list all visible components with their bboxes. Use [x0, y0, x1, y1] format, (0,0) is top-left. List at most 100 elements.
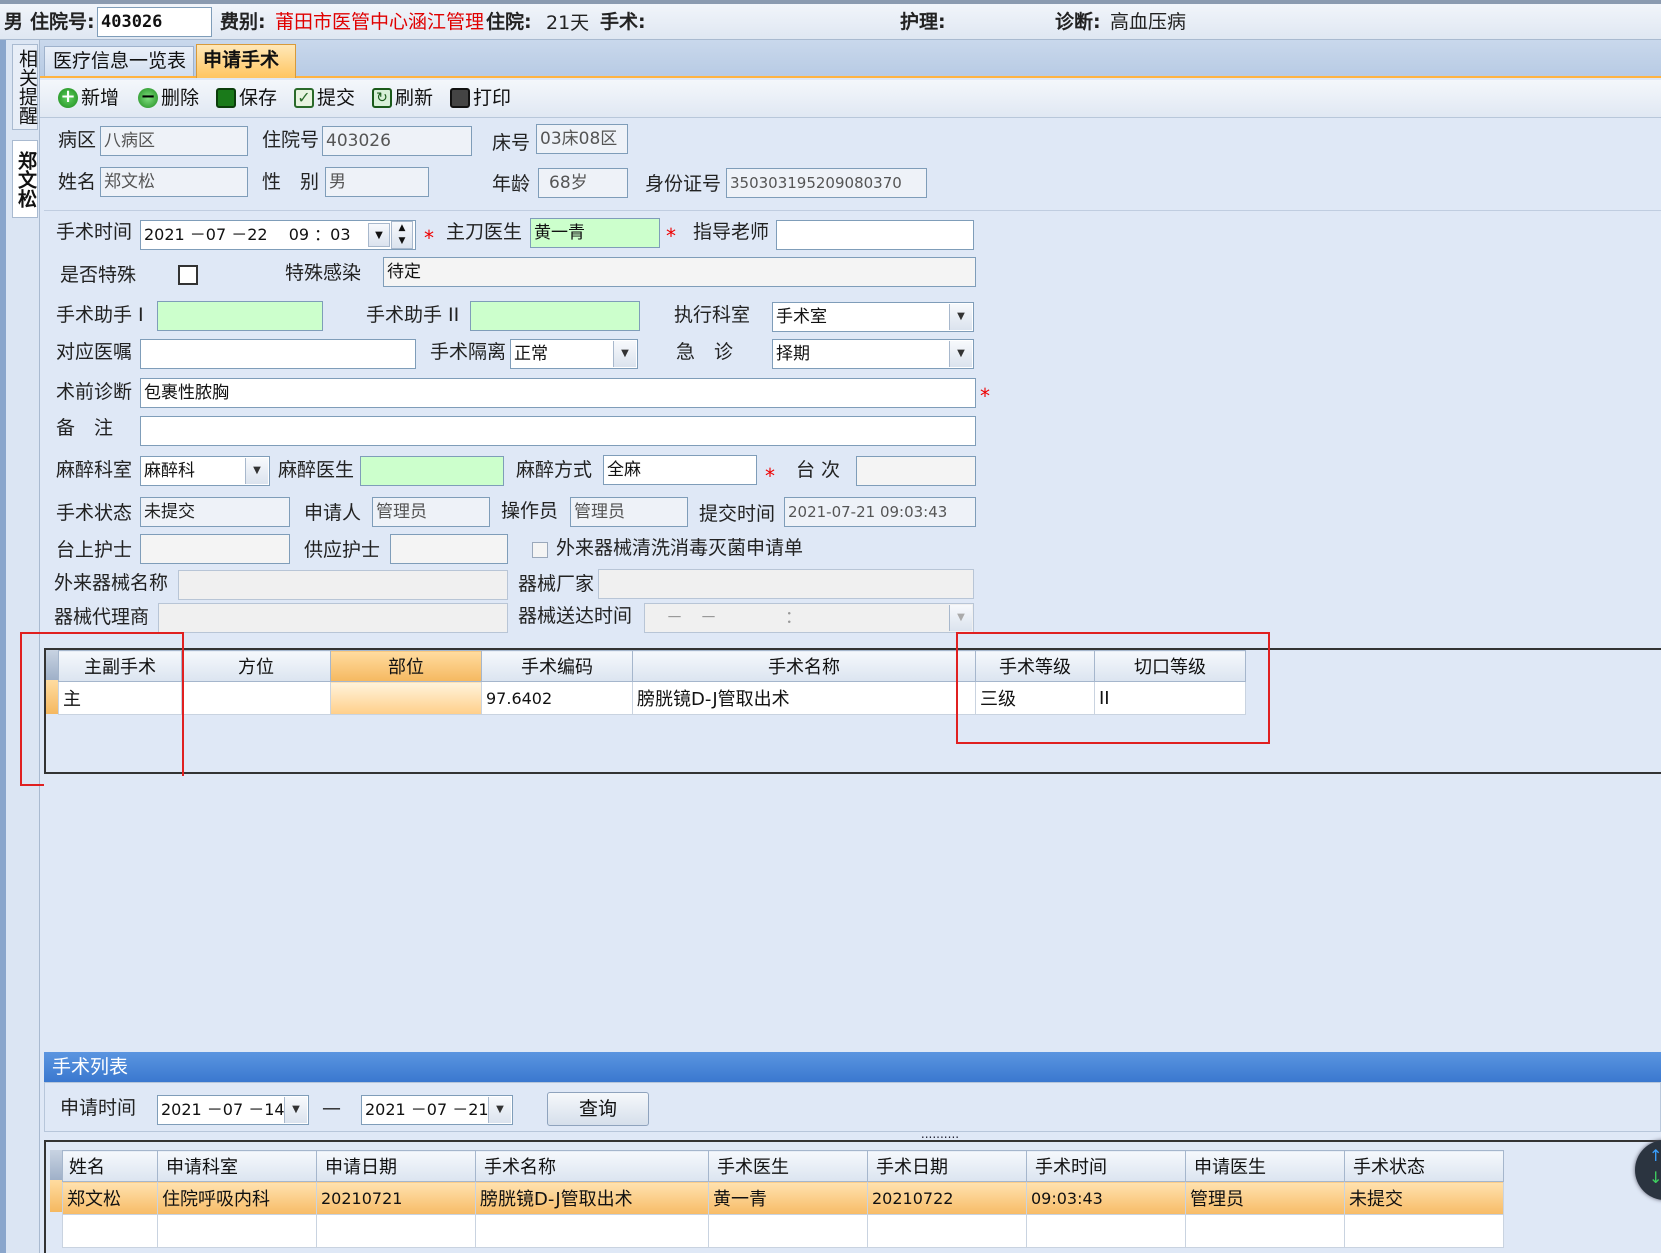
exec-dept-select[interactable]: 手术室 ▼	[772, 302, 974, 332]
query-button[interactable]: 查询	[547, 1092, 649, 1126]
pre-diag-field[interactable]: 包裹性脓胸	[140, 378, 976, 408]
ext-time-value: － － ：	[666, 608, 811, 628]
list-col-dept[interactable]: 申请科室	[157, 1150, 317, 1182]
ext-time-picker[interactable]: － － ： ▼	[644, 603, 974, 633]
list-empty-cell[interactable]	[1344, 1214, 1504, 1248]
header-gender: 男	[4, 11, 24, 33]
assistant1-label: 手术助手 I	[56, 304, 144, 326]
splitter-handle[interactable]: ..........	[900, 1128, 980, 1140]
tab-medical-overview[interactable]: 医疗信息一览表	[44, 46, 194, 76]
assistant2-field[interactable]	[470, 301, 640, 331]
col-position[interactable]: 方位	[181, 650, 331, 682]
admission-field: 403026	[322, 126, 472, 156]
list-cell-surgery-date[interactable]: 20210722	[867, 1181, 1027, 1215]
special-checkbox[interactable]	[178, 265, 198, 285]
save-button[interactable]: 保存	[216, 84, 277, 112]
table-no-label: 台 次	[796, 459, 841, 481]
infection-field[interactable]: 待定	[383, 257, 976, 287]
list-cell-surgeon[interactable]: 黄一青	[708, 1181, 868, 1215]
id-label: 身份证号	[645, 173, 722, 195]
scrub-nurse-field[interactable]	[140, 534, 290, 564]
ext-name-field[interactable]	[178, 570, 508, 600]
side-tab-reminder[interactable]: 相关提醒	[12, 44, 38, 130]
table-no-field[interactable]	[856, 456, 976, 486]
save-icon	[216, 88, 236, 108]
header-diagnosis: 高血压病	[1110, 11, 1187, 33]
list-col-surgery-time[interactable]: 手术时间	[1026, 1150, 1186, 1182]
list-col-apply-date[interactable]: 申请日期	[316, 1150, 476, 1182]
submit-button[interactable]: ✓ 提交	[294, 84, 355, 112]
submit-time-field: 2021-07-21 09:03:43	[784, 497, 976, 527]
list-empty-cell[interactable]	[1185, 1214, 1345, 1248]
list-empty-cell[interactable]	[1026, 1214, 1186, 1248]
list-empty-cell[interactable]	[867, 1214, 1027, 1248]
table-row[interactable]	[62, 1214, 1504, 1248]
list-empty-cell[interactable]	[316, 1214, 476, 1248]
surgery-time-dropdown[interactable]: ▼	[368, 223, 390, 247]
col-site[interactable]: 部位	[330, 650, 482, 682]
supply-nurse-field[interactable]	[390, 534, 508, 564]
add-label: 新增	[81, 87, 120, 109]
operator-field: 管理员	[570, 497, 688, 527]
tab-apply-surgery[interactable]: 申请手术	[196, 44, 296, 78]
ext-maker-field[interactable]	[598, 569, 974, 599]
remark-field[interactable]	[140, 416, 976, 446]
anes-dept-dropdown-icon: ▼	[245, 458, 268, 484]
table-row[interactable]: 郑文松 住院呼吸内科 20210721 膀胱镜D-J管取出术 黄一青 20210…	[62, 1181, 1504, 1215]
col-code[interactable]: 手术编码	[481, 650, 633, 682]
list-col-name[interactable]: 姓名	[62, 1150, 158, 1182]
surgery-time-spinner[interactable]: ▲ ▼	[391, 221, 413, 249]
list-cell-apply-date[interactable]: 20210721	[316, 1181, 476, 1215]
list-empty-cell[interactable]	[157, 1214, 317, 1248]
cell-site[interactable]	[330, 681, 482, 715]
surgeon-field[interactable]: 黄一青	[530, 218, 660, 248]
anes-doctor-field[interactable]	[360, 456, 504, 486]
isolation-label: 手术隔离	[430, 341, 507, 363]
emergency-select[interactable]: 择期 ▼	[772, 339, 974, 369]
refresh-icon: ↻	[372, 88, 392, 108]
date-from-picker[interactable]: 2021 －07 －14 ▼	[157, 1095, 309, 1125]
list-empty-cell[interactable]	[708, 1214, 868, 1248]
header-nursing-label: 护理:	[900, 11, 946, 33]
list-cell-name[interactable]: 郑文松	[62, 1181, 158, 1215]
surgery-list-grid: 姓名 申请科室 申请日期 手术名称 手术医生 手术日期 手术时间 申请医生 手术…	[62, 1150, 1504, 1248]
anes-method-field[interactable]: 全麻	[603, 455, 757, 485]
list-cell-status[interactable]: 未提交	[1344, 1181, 1504, 1215]
external-instrument-checkbox[interactable]	[532, 542, 548, 558]
cell-position[interactable]	[181, 681, 331, 715]
supply-nurse-label: 供应护士	[304, 539, 381, 561]
list-empty-cell[interactable]	[475, 1214, 709, 1248]
assistant1-field[interactable]	[157, 301, 323, 331]
list-col-apply-doctor[interactable]: 申请医生	[1185, 1150, 1345, 1182]
list-col-surgeon[interactable]: 手术医生	[708, 1150, 868, 1182]
surgery-time-label: 手术时间	[56, 221, 133, 243]
side-tab-patient[interactable]: 郑文松	[12, 140, 38, 218]
cell-name[interactable]: 膀胱镜D-J管取出术	[632, 681, 976, 715]
ext-agent-field[interactable]	[158, 603, 508, 633]
add-button[interactable]: + 新增	[58, 84, 119, 112]
print-button[interactable]: 打印	[450, 84, 511, 112]
refresh-button[interactable]: ↻ 刷新	[372, 84, 433, 112]
list-col-surgery-date[interactable]: 手术日期	[867, 1150, 1027, 1182]
cell-code[interactable]: 97.6402	[481, 681, 633, 715]
date-separator: —	[322, 1097, 341, 1119]
order-field[interactable]	[140, 339, 416, 369]
anes-dept-select[interactable]: 麻醉科 ▼	[140, 456, 270, 486]
ward-field: 八病区	[100, 126, 248, 156]
list-cell-surgery-time[interactable]: 09:03:43	[1026, 1181, 1186, 1215]
list-cell-dept[interactable]: 住院呼吸内科	[157, 1181, 317, 1215]
list-col-status[interactable]: 手术状态	[1344, 1150, 1504, 1182]
header-diagnosis-label: 诊断:	[1055, 11, 1101, 33]
date-to-picker[interactable]: 2021 －07 －21 ▼	[361, 1095, 513, 1125]
surgeon-label: 主刀医生	[446, 221, 523, 243]
list-cell-apply-doctor[interactable]: 管理员	[1185, 1181, 1345, 1215]
delete-button[interactable]: − 删除	[138, 84, 199, 112]
list-empty-cell[interactable]	[62, 1214, 158, 1248]
exec-dept-dropdown-icon: ▼	[949, 304, 972, 330]
ext-maker-label: 器械厂家	[518, 573, 595, 595]
mentor-field[interactable]	[776, 220, 974, 250]
col-name[interactable]: 手术名称	[632, 650, 976, 682]
list-cell-surgery-name[interactable]: 膀胱镜D-J管取出术	[475, 1181, 709, 1215]
list-col-surgery-name[interactable]: 手术名称	[475, 1150, 709, 1182]
isolation-select[interactable]: 正常 ▼	[510, 339, 638, 369]
